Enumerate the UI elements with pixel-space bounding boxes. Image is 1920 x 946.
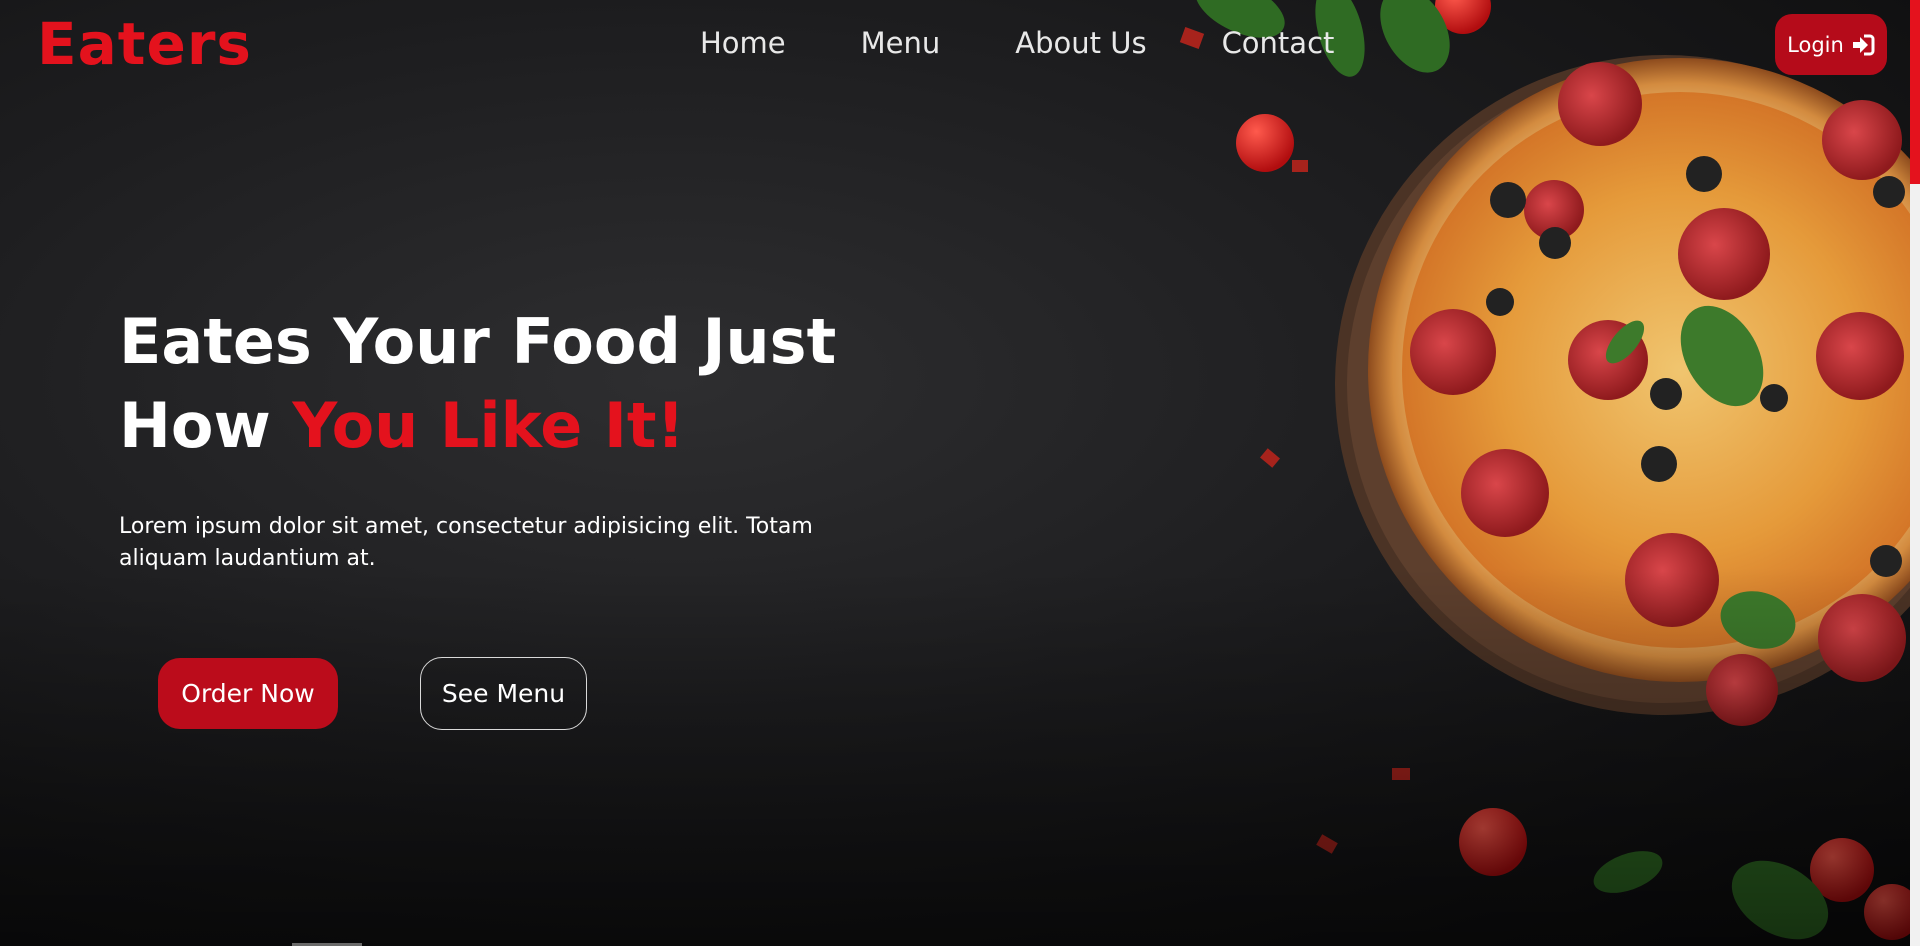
hero-section: Eaters Home Menu About Us Contact Login … [0, 0, 1910, 946]
scrollbar-thumb[interactable] [1910, 0, 1920, 184]
nav-item-menu[interactable]: Menu [861, 26, 941, 60]
nav-item-about-us[interactable]: About Us [1015, 26, 1146, 60]
see-menu-button[interactable]: See Menu [420, 657, 587, 730]
hero-headline: Eates Your Food Just How You Like It! [119, 300, 1019, 468]
headline-line-1: Eates Your Food Just [119, 305, 837, 378]
page: Eaters Home Menu About Us Contact Login … [0, 0, 1920, 946]
pizza-image [1179, 0, 1910, 940]
headline-line-2-accent: You Like It! [292, 389, 685, 462]
nav-item-home[interactable]: Home [700, 26, 786, 60]
sign-in-icon [1852, 34, 1875, 55]
brand-logo[interactable]: Eaters [37, 10, 252, 78]
main-nav: Home Menu About Us Contact [700, 26, 1334, 60]
headline-line-2-prefix: How [119, 389, 271, 462]
nav-item-contact[interactable]: Contact [1222, 26, 1335, 60]
order-now-button[interactable]: Order Now [158, 658, 338, 729]
login-button[interactable]: Login [1775, 14, 1887, 75]
login-label: Login [1787, 32, 1844, 57]
hero-description: Lorem ipsum dolor sit amet, consectetur … [119, 514, 813, 571]
